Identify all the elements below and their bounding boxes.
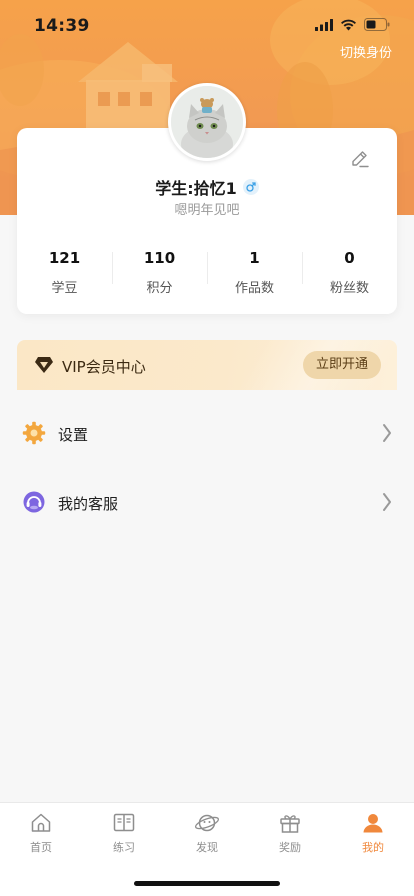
tab-rewards[interactable]: 奖励 xyxy=(249,811,331,863)
planet-icon xyxy=(194,814,220,832)
tab-label: 发现 xyxy=(196,841,218,854)
tab-label: 奖励 xyxy=(279,841,301,854)
vip-banner[interactable]: VIP会员中心 立即开通 xyxy=(17,340,397,390)
stat-value: 1 xyxy=(249,249,260,267)
stat-works[interactable]: 1 作品数 xyxy=(207,243,302,296)
tab-label: 练习 xyxy=(113,841,135,854)
stat-value: 110 xyxy=(143,249,176,267)
chevron-right-icon xyxy=(383,424,391,442)
vip-title: VIP会员中心 xyxy=(62,358,146,376)
user-name: 学生:拾忆1 xyxy=(155,179,237,198)
menu-label: 设置 xyxy=(58,426,89,444)
stat-points[interactable]: 110 积分 xyxy=(112,243,207,296)
chevron-right-icon xyxy=(383,493,391,511)
stats-row: 121 学豆 110 积分 1 作品数 0 粉丝数 xyxy=(17,243,397,296)
stat-value: 121 xyxy=(48,249,81,267)
avatar[interactable] xyxy=(168,83,246,161)
stat-value: 0 xyxy=(344,249,355,267)
gift-icon xyxy=(280,815,300,833)
home-icon xyxy=(31,813,51,832)
tab-discover[interactable]: 发现 xyxy=(166,811,248,863)
cat-avatar-image xyxy=(171,86,243,158)
user-name-row: 学生:拾忆1 xyxy=(17,175,397,199)
book-icon xyxy=(113,813,135,832)
tab-home[interactable]: 首页 xyxy=(0,811,82,863)
battery-icon xyxy=(364,18,390,31)
headset-icon xyxy=(23,491,45,513)
edit-profile-icon[interactable] xyxy=(349,148,371,170)
status-time: 14:39 xyxy=(34,16,90,36)
tab-practice[interactable]: 练习 xyxy=(83,811,165,863)
stat-label: 作品数 xyxy=(234,281,274,296)
stat-label: 粉丝数 xyxy=(329,281,369,296)
vip-activate-button[interactable]: 立即开通 xyxy=(303,351,381,379)
menu-label: 我的客服 xyxy=(58,495,119,513)
male-gender-icon xyxy=(242,179,259,195)
home-indicator xyxy=(134,881,280,886)
menu-item-customer-service[interactable]: 我的客服 xyxy=(0,477,414,527)
menu-item-settings[interactable]: 设置 xyxy=(0,408,414,458)
stat-followers[interactable]: 0 粉丝数 xyxy=(302,243,397,296)
status-icons xyxy=(315,18,390,31)
stat-label: 学豆 xyxy=(51,281,78,296)
user-signature: 嗯明年见吧 xyxy=(174,203,240,218)
user-icon xyxy=(363,814,383,833)
cellular-signal-icon xyxy=(315,18,333,31)
switch-identity-button[interactable]: 切换身份 xyxy=(340,42,392,61)
tab-mine[interactable]: 我的 xyxy=(332,811,414,863)
tab-label: 我的 xyxy=(362,841,384,854)
diamond-icon xyxy=(35,357,53,373)
gear-icon xyxy=(22,421,46,445)
wifi-icon xyxy=(341,19,356,30)
stat-beans[interactable]: 121 学豆 xyxy=(17,243,112,296)
tab-label: 首页 xyxy=(30,841,52,854)
stat-label: 积分 xyxy=(146,281,173,296)
